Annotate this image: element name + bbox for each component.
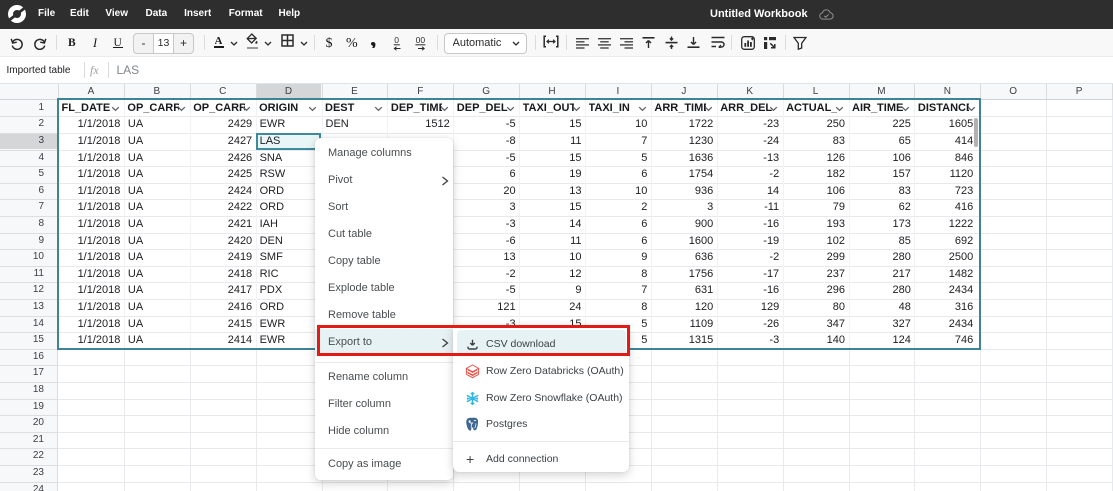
svg-text:0: 0 [394,35,399,45]
svg-text:00: 00 [415,35,425,45]
